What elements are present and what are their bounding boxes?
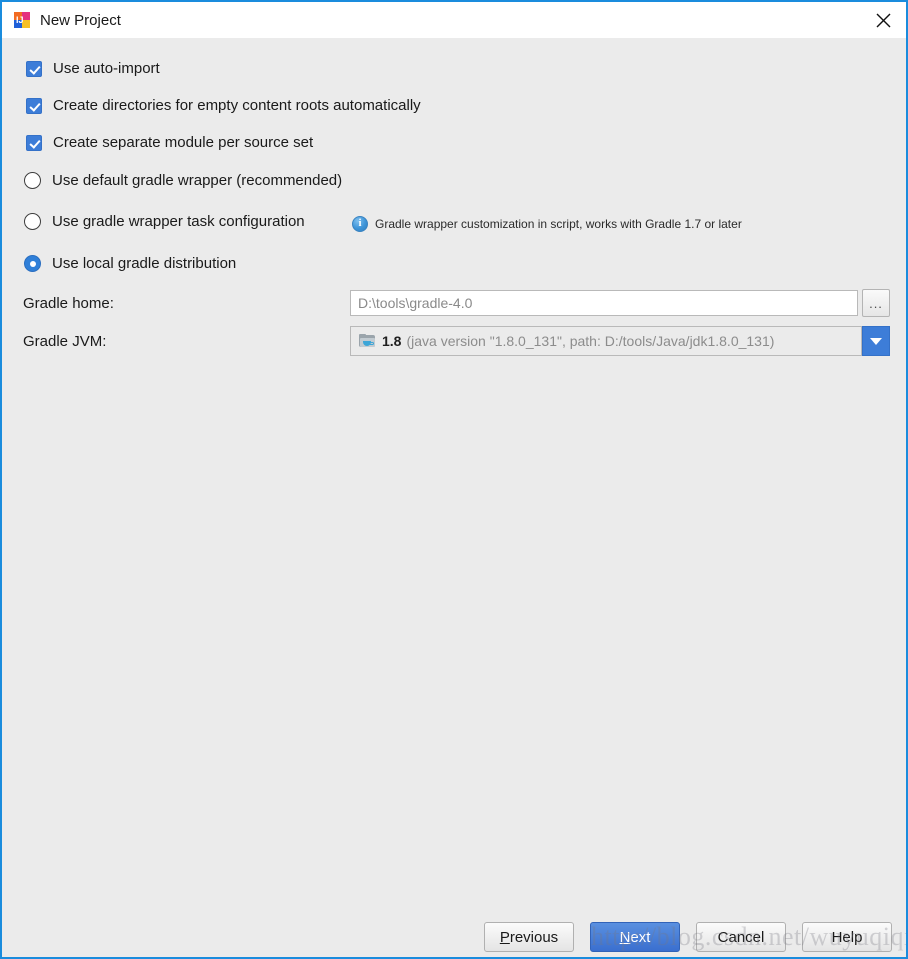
checkbox-label: Create directories for empty content roo… [53, 97, 421, 114]
intellij-idea-icon: IJ [14, 12, 30, 28]
gradle-jvm-version: 1.8 [382, 333, 402, 349]
gradle-home-input[interactable]: D:\tools\gradle-4.0 [350, 290, 858, 316]
gradle-jvm-label: Gradle JVM: [23, 333, 107, 350]
radio-indicator[interactable] [24, 172, 41, 189]
gradle-home-browse-button[interactable]: ... [862, 289, 890, 317]
radio-use-default-gradle-wrapper[interactable]: Use default gradle wrapper (recommended) [24, 172, 342, 189]
radio-indicator[interactable] [24, 255, 41, 272]
checkbox-label: Create separate module per source set [53, 134, 314, 151]
info-icon [352, 216, 368, 232]
help-button[interactable]: Help [802, 922, 892, 952]
hint-text: Gradle wrapper customization in script, … [375, 217, 742, 231]
gradle-home-value: D:\tools\gradle-4.0 [358, 295, 473, 311]
previous-button[interactable]: Previous [484, 922, 574, 952]
cancel-button[interactable]: Cancel [696, 922, 786, 952]
radio-use-local-gradle-distribution[interactable]: Use local gradle distribution [24, 255, 236, 272]
previous-button-label: revious [509, 928, 559, 946]
radio-label: Use gradle wrapper task configuration [52, 213, 305, 230]
checkbox-create-directories-empty-content-roots[interactable]: Create directories for empty content roo… [26, 97, 421, 114]
radio-indicator[interactable] [24, 213, 41, 230]
gradle-jvm-combobox[interactable]: 1.8 (java version "1.8.0_131", path: D:/… [350, 326, 862, 356]
radio-label: Use local gradle distribution [52, 255, 237, 272]
dialog-content: Use auto-import Create directories for e… [2, 38, 906, 957]
radio-use-gradle-wrapper-task-configuration[interactable]: Use gradle wrapper task configuration [24, 213, 305, 230]
previous-button-mnemonic: P [499, 928, 510, 946]
checkbox-indicator[interactable] [26, 97, 42, 114]
gradle-wrapper-hint: Gradle wrapper customization in script, … [352, 216, 742, 232]
close-icon[interactable] [860, 2, 906, 38]
dialog-footer: Previous Next Cancel Help [2, 917, 906, 957]
checkbox-indicator[interactable] [26, 134, 42, 151]
checkbox-use-auto-import[interactable]: Use auto-import [26, 60, 160, 77]
next-button-mnemonic: N [619, 928, 631, 946]
jdk-folder-icon [359, 334, 376, 348]
gradle-jvm-detail: (java version "1.8.0_131", path: D:/tool… [406, 333, 775, 349]
next-button-label: ext [630, 928, 651, 946]
next-button[interactable]: Next [590, 922, 680, 952]
checkbox-label: Use auto-import [53, 60, 160, 77]
checkbox-create-separate-module-per-source-set[interactable]: Create separate module per source set [26, 134, 313, 151]
dialog-titlebar: IJ New Project [2, 2, 906, 38]
gradle-home-label: Gradle home: [23, 295, 114, 312]
new-project-dialog: IJ New Project Use auto-import Create di… [0, 0, 908, 959]
dialog-title: New Project [40, 11, 121, 29]
radio-label: Use default gradle wrapper (recommended) [52, 172, 343, 189]
gradle-jvm-dropdown-button[interactable] [862, 326, 890, 356]
checkbox-indicator[interactable] [26, 60, 42, 77]
chevron-down-icon [870, 337, 882, 345]
